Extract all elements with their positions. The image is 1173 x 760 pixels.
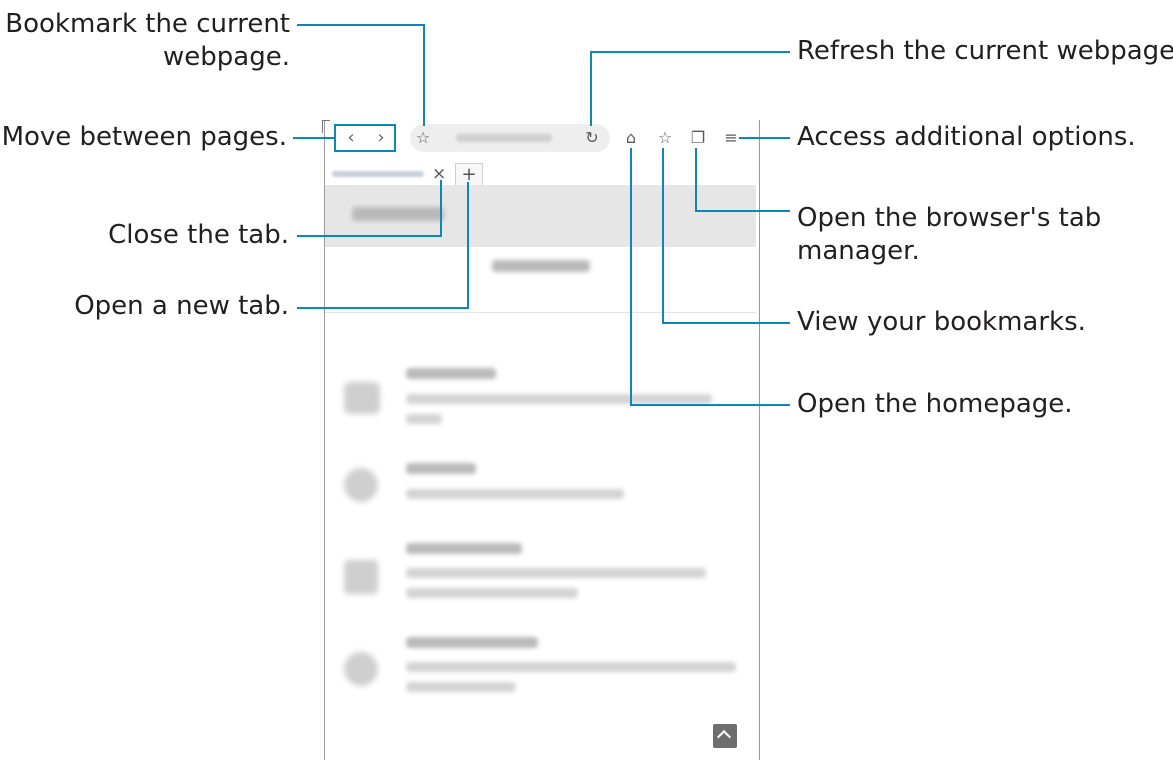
callout-refresh: Refresh the current webpage. <box>797 36 1173 66</box>
leader-line-home-h <box>630 404 790 406</box>
tracking-icon <box>344 652 378 686</box>
list-item-heading <box>406 368 496 379</box>
leader-line-home-v <box>630 148 632 406</box>
calendar-icon <box>344 560 378 594</box>
refresh-icon[interactable]: ↻ <box>581 127 603 149</box>
leader-line-refresh-h <box>590 51 790 53</box>
leader-line-refresh-v <box>590 51 592 126</box>
url-text <box>456 134 552 142</box>
leader-line-options <box>739 137 790 139</box>
callout-open-homepage: Open the homepage. <box>797 389 1073 419</box>
leader-line-tabmgr-v <box>695 148 697 212</box>
callout-tab-manager-line1: Open the browser's tab <box>797 203 1102 233</box>
list-item-heading <box>406 463 476 474</box>
callout-tab-manager-line2: manager. <box>797 236 920 266</box>
list-item-text <box>406 588 578 598</box>
delivery-icon <box>344 382 380 414</box>
leader-line-bookmarks-v <box>662 148 664 324</box>
callout-bookmark-line1: Bookmark the current <box>5 9 290 39</box>
callout-open-new-tab: Open a new tab. <box>74 291 289 321</box>
leader-line-bookmark-h <box>297 24 425 26</box>
callout-move-between: Move between pages. <box>1 122 287 152</box>
home-icon[interactable]: ⌂ <box>620 127 642 149</box>
list-item-text <box>406 568 706 578</box>
callout-view-bookmarks: View your bookmarks. <box>797 307 1086 337</box>
leader-line-newtab-v <box>467 182 469 309</box>
scroll-to-top-button[interactable] <box>713 724 737 748</box>
callout-bookmark-current: Bookmark the current webpage. <box>5 8 290 74</box>
list-item-text <box>406 662 736 672</box>
leader-line-newtab-h <box>297 307 469 309</box>
list-item-text <box>406 394 712 404</box>
list-item-text <box>406 414 442 424</box>
callout-bookmark-line2: webpage. <box>163 42 290 72</box>
view-more-dropdown <box>492 260 590 272</box>
new-tab-button[interactable]: + <box>455 163 483 186</box>
tab-manager-icon[interactable]: ❐ <box>687 127 709 149</box>
callout-additional-options: Access additional options. <box>797 122 1136 152</box>
list-item-text <box>406 682 516 692</box>
screen-corner-mark <box>322 120 330 133</box>
list-item-heading <box>406 637 538 648</box>
leader-line-close-v <box>440 180 442 237</box>
bookmarks-icon[interactable]: ☆ <box>654 127 676 149</box>
leader-line-close-h <box>297 235 442 237</box>
filters-dropdown <box>352 207 444 221</box>
leader-line-tabmgr-h <box>695 210 790 212</box>
content-divider <box>325 312 756 313</box>
list-item-text <box>406 489 624 499</box>
leader-line-bookmarks-h <box>662 322 790 324</box>
tab-title <box>332 171 424 177</box>
leader-line-bookmark-v <box>423 24 425 126</box>
callout-close-tab: Close the tab. <box>108 220 289 250</box>
add-bookmark-star-icon[interactable]: ☆ <box>412 127 434 149</box>
list-item-heading <box>406 543 522 554</box>
callout-tab-manager: Open the browser's tab manager. <box>797 202 1101 268</box>
leader-line-move <box>293 137 335 139</box>
navigation-highlight <box>334 124 396 152</box>
returns-icon <box>344 468 378 502</box>
